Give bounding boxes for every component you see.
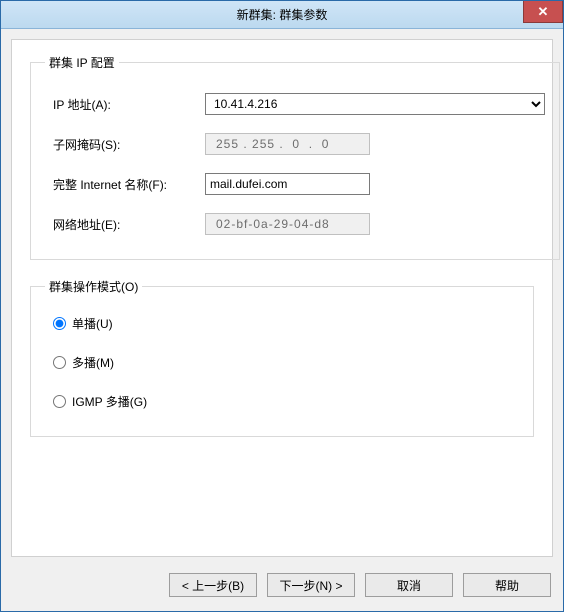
network-address-field	[205, 213, 370, 235]
ip-address-label: IP 地址(A):	[45, 96, 205, 113]
radio-unicast-label: 单播(U)	[72, 315, 113, 332]
group-ip-legend: 群集 IP 配置	[45, 54, 119, 71]
close-button[interactable]: ✕	[523, 1, 563, 23]
next-button[interactable]: 下一步(N) >	[267, 573, 355, 597]
mode-legend: 群集操作模式(O)	[45, 278, 142, 295]
network-address-label: 网络地址(E):	[45, 216, 205, 233]
radio-multicast-input[interactable]	[53, 356, 66, 369]
radio-unicast[interactable]: 单播(U)	[53, 315, 513, 332]
radio-igmp-input[interactable]	[53, 395, 66, 408]
row-mac: 网络地址(E):	[45, 213, 545, 235]
close-icon: ✕	[538, 4, 549, 20]
help-button[interactable]: 帮助	[463, 573, 551, 597]
group-ip-fieldset: 群集 IP 配置 IP 地址(A): 10.41.4.216 子网掩码(S): …	[30, 54, 560, 260]
row-fullname: 完整 Internet 名称(F):	[45, 173, 545, 195]
row-ip: IP 地址(A): 10.41.4.216	[45, 93, 545, 115]
full-internet-name-input[interactable]	[205, 173, 370, 195]
radio-igmp-label: IGMP 多播(G)	[72, 393, 147, 410]
full-internet-name-label: 完整 Internet 名称(F):	[45, 176, 205, 193]
cancel-button[interactable]: 取消	[365, 573, 453, 597]
row-subnet: 子网掩码(S):	[45, 133, 545, 155]
subnet-mask-field	[205, 133, 370, 155]
dialog-window: 新群集: 群集参数 ✕ 群集 IP 配置 IP 地址(A): 10.41.4.2…	[0, 0, 564, 612]
mode-fieldset: 群集操作模式(O) 单播(U) 多播(M) IGMP 多播(G)	[30, 278, 534, 437]
radio-multicast-label: 多播(M)	[72, 354, 114, 371]
radio-unicast-input[interactable]	[53, 317, 66, 330]
content-area: 群集 IP 配置 IP 地址(A): 10.41.4.216 子网掩码(S): …	[11, 39, 553, 557]
ip-address-select[interactable]: 10.41.4.216	[205, 93, 545, 115]
radio-igmp[interactable]: IGMP 多播(G)	[53, 393, 513, 410]
radio-multicast[interactable]: 多播(M)	[53, 354, 513, 371]
mode-radio-group: 单播(U) 多播(M) IGMP 多播(G)	[45, 307, 519, 418]
button-row: < 上一步(B) 下一步(N) > 取消 帮助	[169, 573, 551, 597]
back-button[interactable]: < 上一步(B)	[169, 573, 257, 597]
window-title: 新群集: 群集参数	[237, 6, 328, 23]
subnet-mask-label: 子网掩码(S):	[45, 136, 205, 153]
titlebar: 新群集: 群集参数 ✕	[1, 1, 563, 29]
